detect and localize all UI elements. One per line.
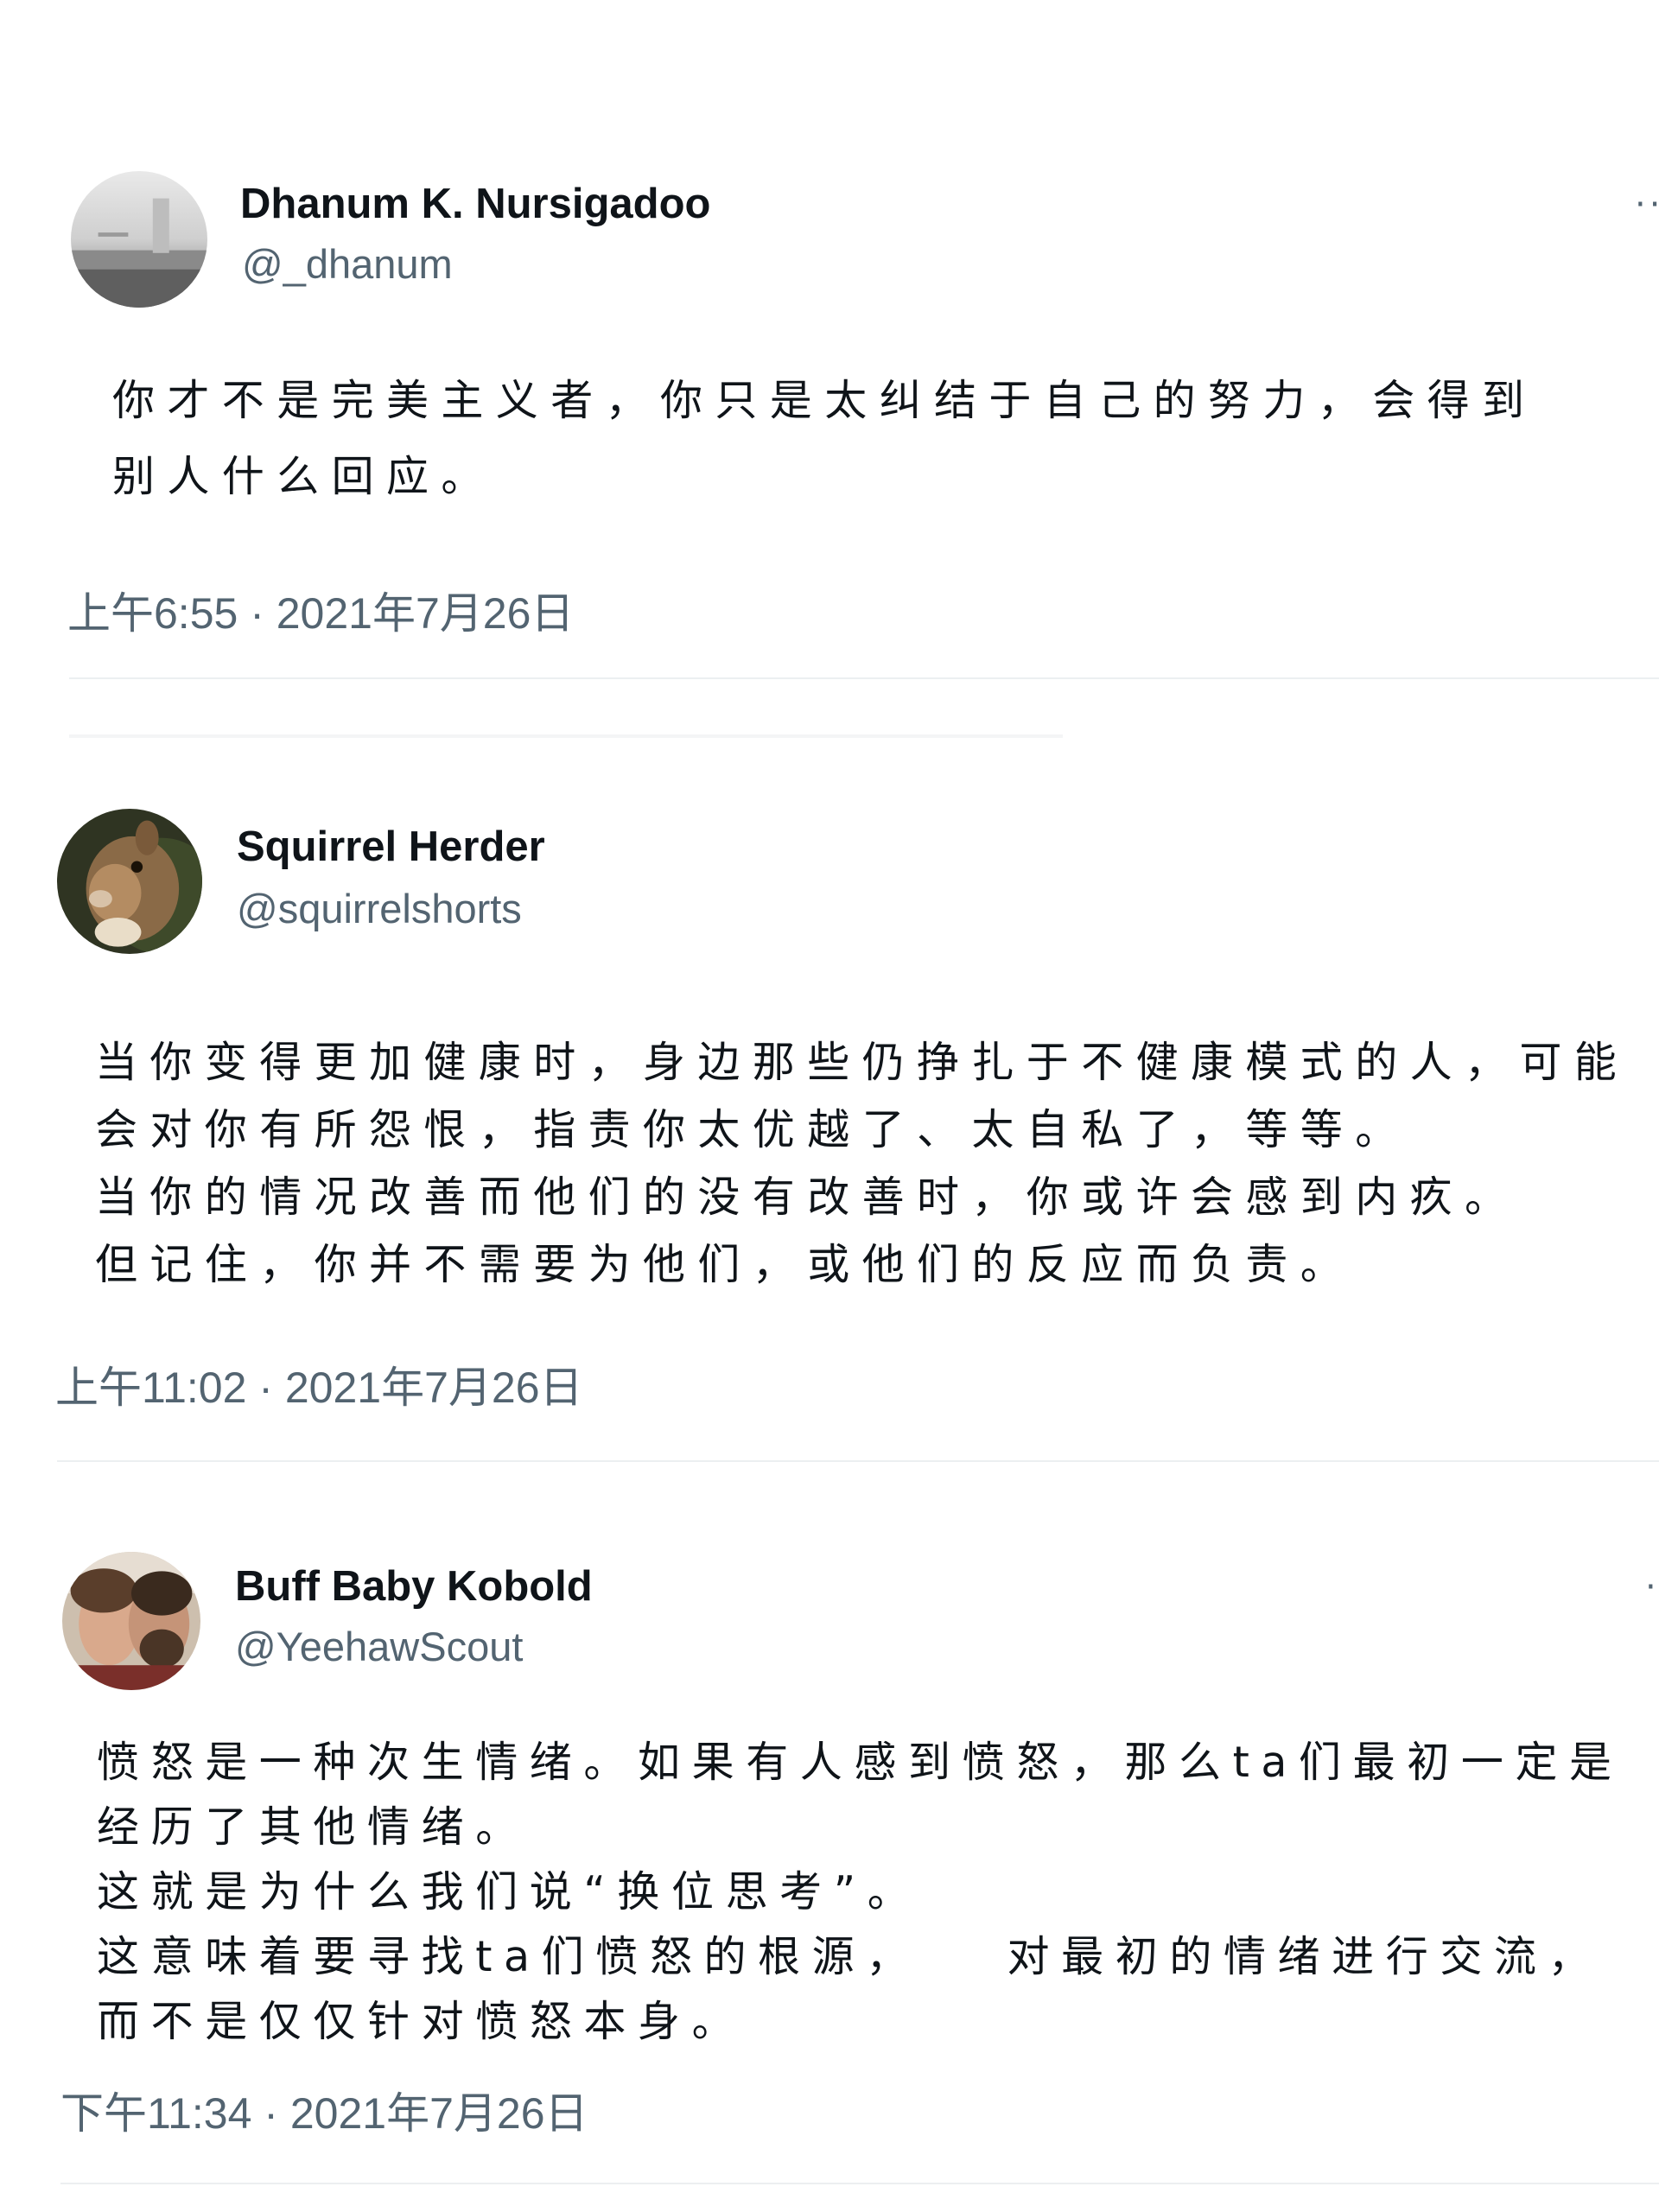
user-handle[interactable]: @YeehawScout — [235, 1623, 523, 1670]
tweet-text: 愤怒是一种次生情绪。如果有人感到愤怒，那么ta们最初一定是 经历了其他情绪。 这… — [97, 1728, 1624, 2052]
tweet-text-line: 愤怒是一种次生情绪。如果有人感到愤怒，那么ta们最初一定是 — [97, 1738, 1624, 1787]
tweet-card: Buff Baby Kobold @YeehawScout · 愤怒是一种次生情… — [0, 0, 1659, 2212]
display-name[interactable]: Buff Baby Kobold — [235, 1562, 593, 1611]
avatar-photo — [62, 1552, 200, 1690]
tweet-timestamp[interactable]: 下午11:34 · 2021年7月26日 — [60, 2079, 588, 2141]
tweet-text-line: 而不是仅仅针对愤怒本身。 — [97, 1997, 747, 2046]
tweet-text-line: 这意味着要寻找ta们愤怒的根源， 对最初的情绪进行交流， — [97, 1932, 1603, 1981]
tweet-text-line: 经历了其他情绪。 — [97, 1802, 530, 1852]
divider — [60, 2183, 1659, 2184]
tweet-text-line: 这就是为什么我们说“换位思考”。 — [97, 1867, 922, 1916]
more-dots-icon[interactable]: · — [1645, 1567, 1659, 1607]
avatar[interactable] — [62, 1552, 200, 1690]
